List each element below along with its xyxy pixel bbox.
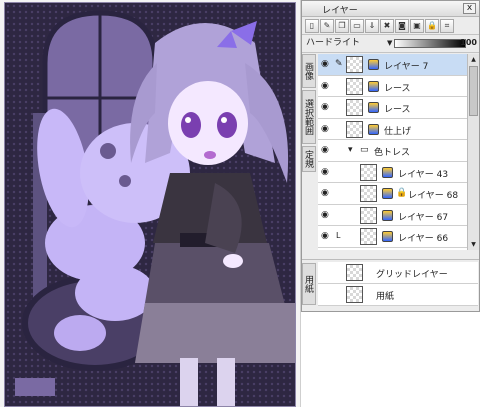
pen-icon: ✎ bbox=[335, 59, 343, 69]
layer-list[interactable]: ◉ ✎ レイヤー 7 ◉ レース ◉ レース ◉ 仕上げ ◉ ▾ ▭ 色トレス ◉ レイヤー 43 ◉ 🔒 レイヤ… bbox=[318, 54, 467, 250]
eye-icon[interactable]: ◉ bbox=[321, 189, 331, 198]
close-icon[interactable]: x bbox=[463, 3, 476, 14]
chevron-down-icon[interactable]: ▼ bbox=[387, 39, 392, 47]
layer-type-icon bbox=[382, 231, 393, 242]
transform-icon[interactable]: ⌗ bbox=[440, 18, 454, 33]
panel-title: レイヤー bbox=[322, 6, 358, 16]
scroll-down-icon[interactable]: ▼ bbox=[469, 240, 478, 249]
eye-icon[interactable]: ◉ bbox=[321, 146, 331, 155]
layer-name: 色トレス bbox=[374, 148, 411, 158]
layer-row[interactable]: ◉ ✎ レイヤー 7 bbox=[318, 54, 467, 76]
layer-name: レイヤー 67 bbox=[398, 212, 449, 223]
layer-thumbnail bbox=[360, 206, 377, 224]
layer-thumbnail bbox=[346, 120, 363, 138]
layer-thumbnail bbox=[346, 77, 363, 95]
new-layer-icon[interactable]: ▯ bbox=[305, 18, 319, 33]
layer-row[interactable]: ◉ L レイヤー 66 bbox=[318, 226, 467, 248]
canvas-area[interactable] bbox=[0, 0, 301, 407]
copy-icon[interactable]: ❐ bbox=[335, 18, 349, 33]
layer-name: 仕上げ bbox=[384, 126, 412, 137]
blend-mode-select[interactable]: ハードライト bbox=[306, 37, 388, 50]
lock-icon: 🔒 bbox=[396, 188, 408, 198]
layer-name: レイヤー 7 bbox=[384, 62, 429, 72]
layer-name: レース bbox=[384, 83, 411, 94]
scroll-thumb[interactable] bbox=[469, 66, 478, 116]
layer-thumbnail bbox=[360, 228, 377, 245]
layer-name: 用紙 bbox=[376, 292, 395, 302]
paper-layer-row[interactable]: 用紙 bbox=[318, 284, 478, 306]
paper-layer-row[interactable]: グリッドレイヤー bbox=[318, 262, 478, 284]
layer-thumbnail bbox=[346, 264, 363, 281]
layer-row[interactable]: ◉ レース bbox=[318, 97, 467, 119]
layer-name: レイヤー 68 bbox=[408, 191, 459, 201]
opacity-value: 100 bbox=[460, 38, 477, 47]
eye-icon[interactable]: ◉ bbox=[321, 232, 331, 241]
layer-row[interactable]: ◉ 🔒 レイヤー 68 bbox=[318, 183, 467, 205]
tab-selection[interactable]: 選択範囲 bbox=[302, 90, 316, 144]
layer-thumbnail bbox=[360, 163, 377, 181]
layer-row[interactable]: ◉ レイヤー 43 bbox=[318, 161, 467, 183]
new-vector-icon[interactable]: ✎ bbox=[320, 18, 334, 33]
illustration[interactable] bbox=[4, 2, 296, 407]
delete-icon[interactable]: ✖ bbox=[380, 18, 394, 33]
eye-icon[interactable]: ◉ bbox=[321, 81, 331, 90]
folder-icon: ▭ bbox=[360, 145, 369, 155]
folder-chevron-icon[interactable]: ▾ bbox=[348, 145, 353, 155]
opacity-slider[interactable] bbox=[394, 39, 466, 48]
layer-name: レイヤー 66 bbox=[398, 234, 449, 244]
clip-mark-icon: L bbox=[336, 231, 341, 240]
eye-icon[interactable]: ◉ bbox=[321, 103, 331, 112]
layer-thumbnail bbox=[360, 185, 377, 202]
layer-thumbnail bbox=[346, 56, 363, 73]
layer-type-icon bbox=[382, 209, 393, 221]
side-tabs: 画像 選択範囲 定規 bbox=[302, 54, 316, 174]
tab-paper[interactable]: 用紙 bbox=[302, 263, 316, 305]
layer-row[interactable]: ◉ レース bbox=[318, 75, 467, 97]
folder-icon[interactable]: ▭ bbox=[350, 18, 364, 33]
lock-icon[interactable]: 🔒 bbox=[425, 18, 439, 33]
layer-toolbar: ▯ ✎ ❐ ▭ ⇓ ✖ ◙ ▣ 🔒 ⌗ bbox=[302, 17, 479, 35]
panel-titlebar[interactable]: レイヤー x bbox=[302, 1, 479, 17]
merge-icon[interactable]: ⇓ bbox=[365, 18, 379, 33]
layer-type-icon bbox=[368, 80, 379, 92]
eye-icon[interactable]: ◉ bbox=[321, 210, 331, 219]
mask-icon[interactable]: ◙ bbox=[395, 18, 409, 33]
eye-icon[interactable]: ◉ bbox=[321, 124, 331, 133]
tab-ruler[interactable]: 定規 bbox=[302, 146, 316, 172]
layer-panel: レイヤー x ▯ ✎ ❐ ▭ ⇓ ✖ ◙ ▣ 🔒 ⌗ ハードライト ▼ 100 … bbox=[301, 0, 480, 312]
eye-icon[interactable]: ◉ bbox=[321, 167, 331, 176]
layer-type-icon bbox=[382, 166, 393, 178]
layer-row[interactable]: ◉ 仕上げ bbox=[318, 118, 467, 140]
paper-layer-list: グリッドレイヤー 用紙 bbox=[318, 262, 478, 306]
layer-name: レース bbox=[384, 105, 411, 115]
tab-image[interactable]: 画像 bbox=[302, 54, 316, 88]
layer-type-icon bbox=[382, 188, 393, 199]
layer-row[interactable]: ◉ レイヤー 67 bbox=[318, 204, 467, 226]
layer-row[interactable]: ◉ ▾ ▭ 色トレス bbox=[318, 140, 467, 162]
layer-type-icon bbox=[368, 59, 379, 70]
clip-icon[interactable]: ▣ bbox=[410, 18, 424, 33]
layer-scrollbar[interactable]: ▲ ▼ bbox=[467, 54, 479, 250]
layer-type-icon bbox=[368, 123, 379, 135]
paper-section: 用紙 グリッドレイヤー 用紙 bbox=[302, 259, 479, 311]
layer-name: グリッドレイヤー bbox=[376, 270, 448, 280]
blend-row: ハードライト ▼ 100 bbox=[302, 35, 479, 53]
layer-type-icon bbox=[368, 102, 379, 113]
illustration-image bbox=[15, 10, 295, 406]
layer-name: レイヤー 43 bbox=[398, 169, 449, 180]
layer-thumbnail bbox=[346, 286, 363, 303]
layer-thumbnail bbox=[346, 99, 363, 116]
scroll-up-icon[interactable]: ▲ bbox=[469, 55, 478, 64]
eye-icon[interactable]: ◉ bbox=[321, 60, 331, 69]
